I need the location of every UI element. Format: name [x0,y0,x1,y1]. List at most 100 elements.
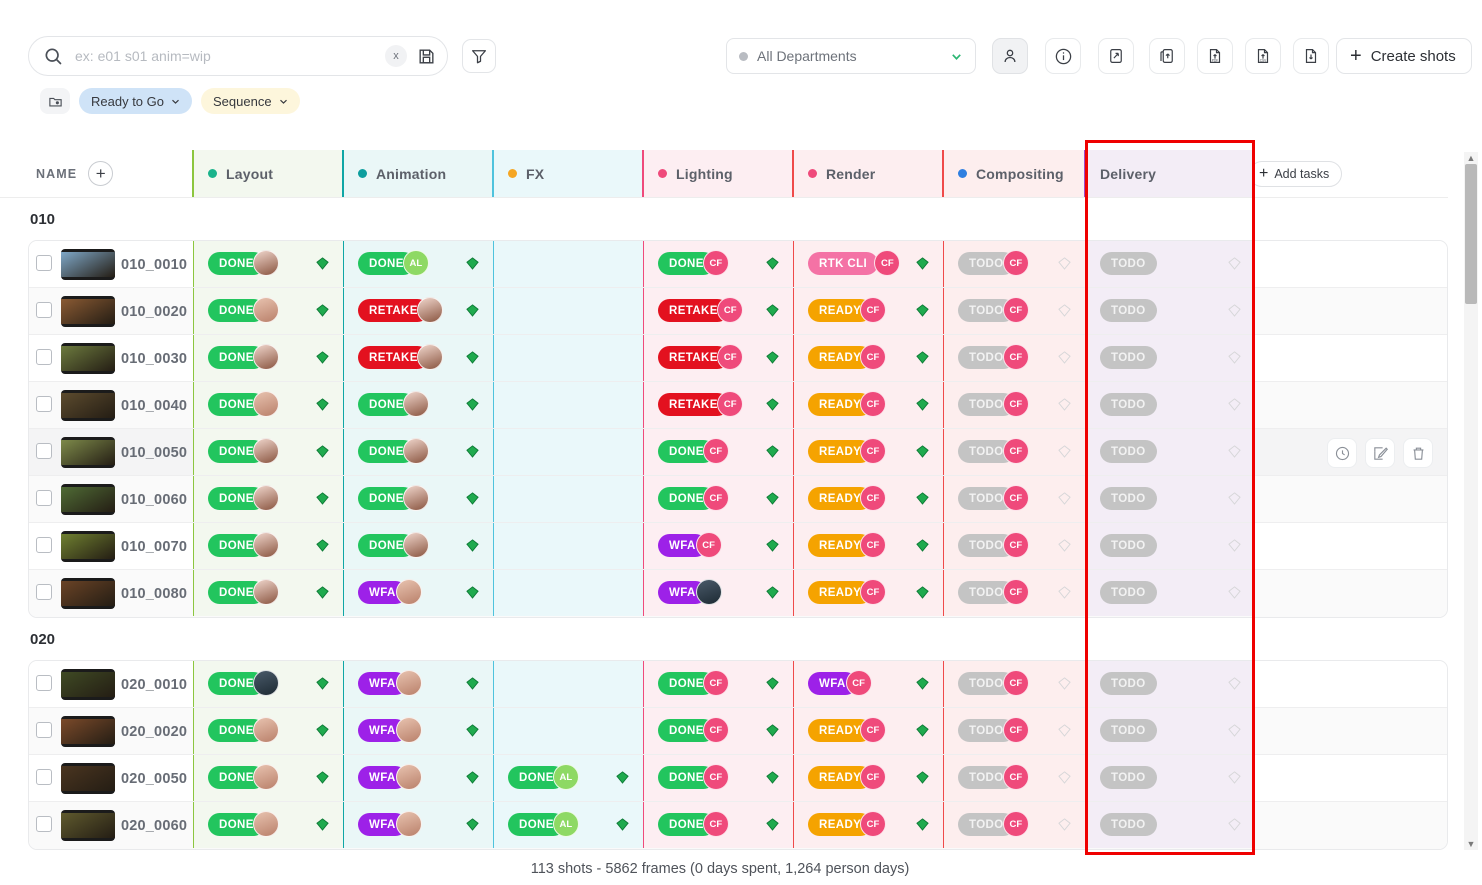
table-row[interactable]: 010_0030 DONE RETAKE RETAKE CF READY CF TODO CF T… [29,335,1447,382]
task-cell-fx[interactable] [493,708,643,754]
task-cell-lighting[interactable]: RETAKE CF [643,382,793,428]
column-header-animation[interactable]: Animation [342,150,492,197]
avatar[interactable] [252,532,279,558]
shot-thumbnail[interactable] [61,531,115,562]
status-badge[interactable]: TODO [1100,581,1157,604]
task-cell-compositing[interactable]: TODO CF [943,476,1085,522]
task-cell-delivery[interactable]: TODO [1085,476,1255,522]
task-cell-animation[interactable]: WFA [343,755,493,801]
status-badge[interactable]: TODO [1100,766,1157,789]
shot-thumbnail[interactable] [61,578,115,609]
row-checkbox[interactable] [36,675,52,691]
save-icon[interactable] [411,41,441,71]
task-cell-delivery[interactable]: TODO [1085,755,1255,801]
avatar[interactable] [395,811,422,837]
column-header-render[interactable]: Render [792,150,942,197]
chip-ready-to-go[interactable]: Ready to Go [79,88,192,114]
table-row[interactable]: 010_0070 DONE DONE WFA CF READY CF TODO CF TODO [29,523,1447,570]
avatar-initials[interactable]: CF [860,485,886,511]
status-badge[interactable]: TODO [1100,299,1157,322]
table-row[interactable]: 020_0050 DONE WFA DONE AL DONE CF READY CF TODO CF… [29,755,1447,802]
task-cell-compositing[interactable]: TODO CF [943,755,1085,801]
shot-name[interactable]: 020_0060 [121,802,187,849]
avatar-initials[interactable]: AL [402,250,429,276]
avatar-initials[interactable]: CF [1002,391,1029,417]
table-row[interactable]: 020_0060 DONE WFA DONE AL DONE CF READY CF TODO CF… [29,802,1447,849]
table-row[interactable]: 010_0060 DONE DONE DONE CF READY CF TODO CF TODO [29,476,1447,523]
task-cell-lighting[interactable]: RETAKE CF [643,288,793,334]
shot-name[interactable]: 020_0010 [121,661,187,708]
task-cell-compositing[interactable]: TODO CF [943,570,1085,616]
row-checkbox[interactable] [36,255,52,271]
shot-thumbnail[interactable] [61,810,115,841]
task-cell-render[interactable]: READY CF [793,570,943,616]
task-cell-lighting[interactable]: DONE CF [643,241,793,287]
shot-name[interactable]: 020_0050 [121,755,187,802]
task-cell-delivery[interactable]: TODO [1085,523,1255,569]
status-badge[interactable]: TODO [1100,534,1157,557]
add-tasks-button[interactable]: + Add tasks [1249,161,1343,187]
table-row[interactable]: 010_0050 DONE DONE DONE CF READY CF TODO CF TODO [29,429,1447,476]
shot-name[interactable]: 020_0020 [121,708,187,755]
avatar-initials[interactable]: CF [874,250,901,276]
avatar-initials[interactable]: CF [702,670,729,696]
shot-thumbnail[interactable] [61,437,115,468]
avatar-initials[interactable]: CF [860,532,886,558]
avatar-initials[interactable]: CF [1002,717,1029,743]
avatar-initials[interactable]: CF [1002,250,1029,276]
filter-icon[interactable] [462,39,496,73]
avatar-initials[interactable]: CF [695,532,722,558]
task-cell-fx[interactable] [493,382,643,428]
avatar-initials[interactable]: CF [860,717,886,743]
avatar-initials[interactable]: CF [860,438,886,464]
task-cell-fx[interactable]: DONE AL [493,755,643,801]
task-cell-layout[interactable]: DONE [193,241,343,287]
task-cell-render[interactable]: RTK CLI CF [793,241,943,287]
task-cell-animation[interactable]: WFA [343,708,493,754]
department-select[interactable]: All Departments [726,38,976,74]
column-header-fx[interactable]: FX [492,150,642,197]
shot-thumbnail[interactable] [61,669,115,700]
info-icon[interactable] [1045,38,1081,74]
avatar-initials[interactable]: CF [860,764,886,790]
task-cell-compositing[interactable]: TODO CF [943,382,1085,428]
task-cell-compositing[interactable]: TODO CF [943,661,1085,707]
task-cell-render[interactable]: READY CF [793,382,943,428]
status-badge[interactable]: TODO [1100,440,1157,463]
avatar-initials[interactable]: CF [1002,438,1029,464]
task-cell-lighting[interactable]: DONE CF [643,802,793,848]
avatar[interactable] [252,250,279,276]
row-checkbox[interactable] [36,443,52,459]
scrollbar-thumb[interactable] [1465,164,1477,304]
task-cell-compositing[interactable]: TODO CF [943,802,1085,848]
avatar-initials[interactable]: CF [1002,485,1029,511]
avatar[interactable] [252,579,279,605]
avatar-initials[interactable]: CF [1002,764,1029,790]
avatar-initials[interactable]: CF [860,579,886,605]
row-checkbox[interactable] [36,769,52,785]
avatar[interactable] [252,297,279,323]
task-cell-layout[interactable]: DONE [193,755,343,801]
avatar[interactable] [395,579,422,605]
task-cell-animation[interactable]: DONE [343,382,493,428]
task-cell-lighting[interactable]: DONE CF [643,661,793,707]
task-cell-lighting[interactable]: DONE CF [643,429,793,475]
status-badge[interactable]: TODO [1100,672,1157,695]
task-cell-layout[interactable]: DONE [193,570,343,616]
shot-name[interactable]: 010_0040 [121,382,187,429]
task-cell-layout[interactable]: DONE [193,708,343,754]
avatar-initials[interactable]: CF [860,391,886,417]
export-pdf-icon[interactable]: PDF [1197,38,1233,74]
search-box[interactable]: x [28,36,448,76]
task-cell-fx[interactable] [493,661,643,707]
task-cell-render[interactable]: READY CF [793,476,943,522]
saved-filters-icon[interactable] [40,88,70,114]
status-badge[interactable]: RTK CLI [808,252,879,275]
task-cell-lighting[interactable]: RETAKE CF [643,335,793,381]
task-cell-layout[interactable]: DONE [193,523,343,569]
task-cell-animation[interactable]: DONE [343,523,493,569]
task-cell-layout[interactable]: DONE [193,429,343,475]
shot-name[interactable]: 010_0080 [121,570,187,617]
task-cell-render[interactable]: READY CF [793,755,943,801]
search-input[interactable] [63,47,385,65]
